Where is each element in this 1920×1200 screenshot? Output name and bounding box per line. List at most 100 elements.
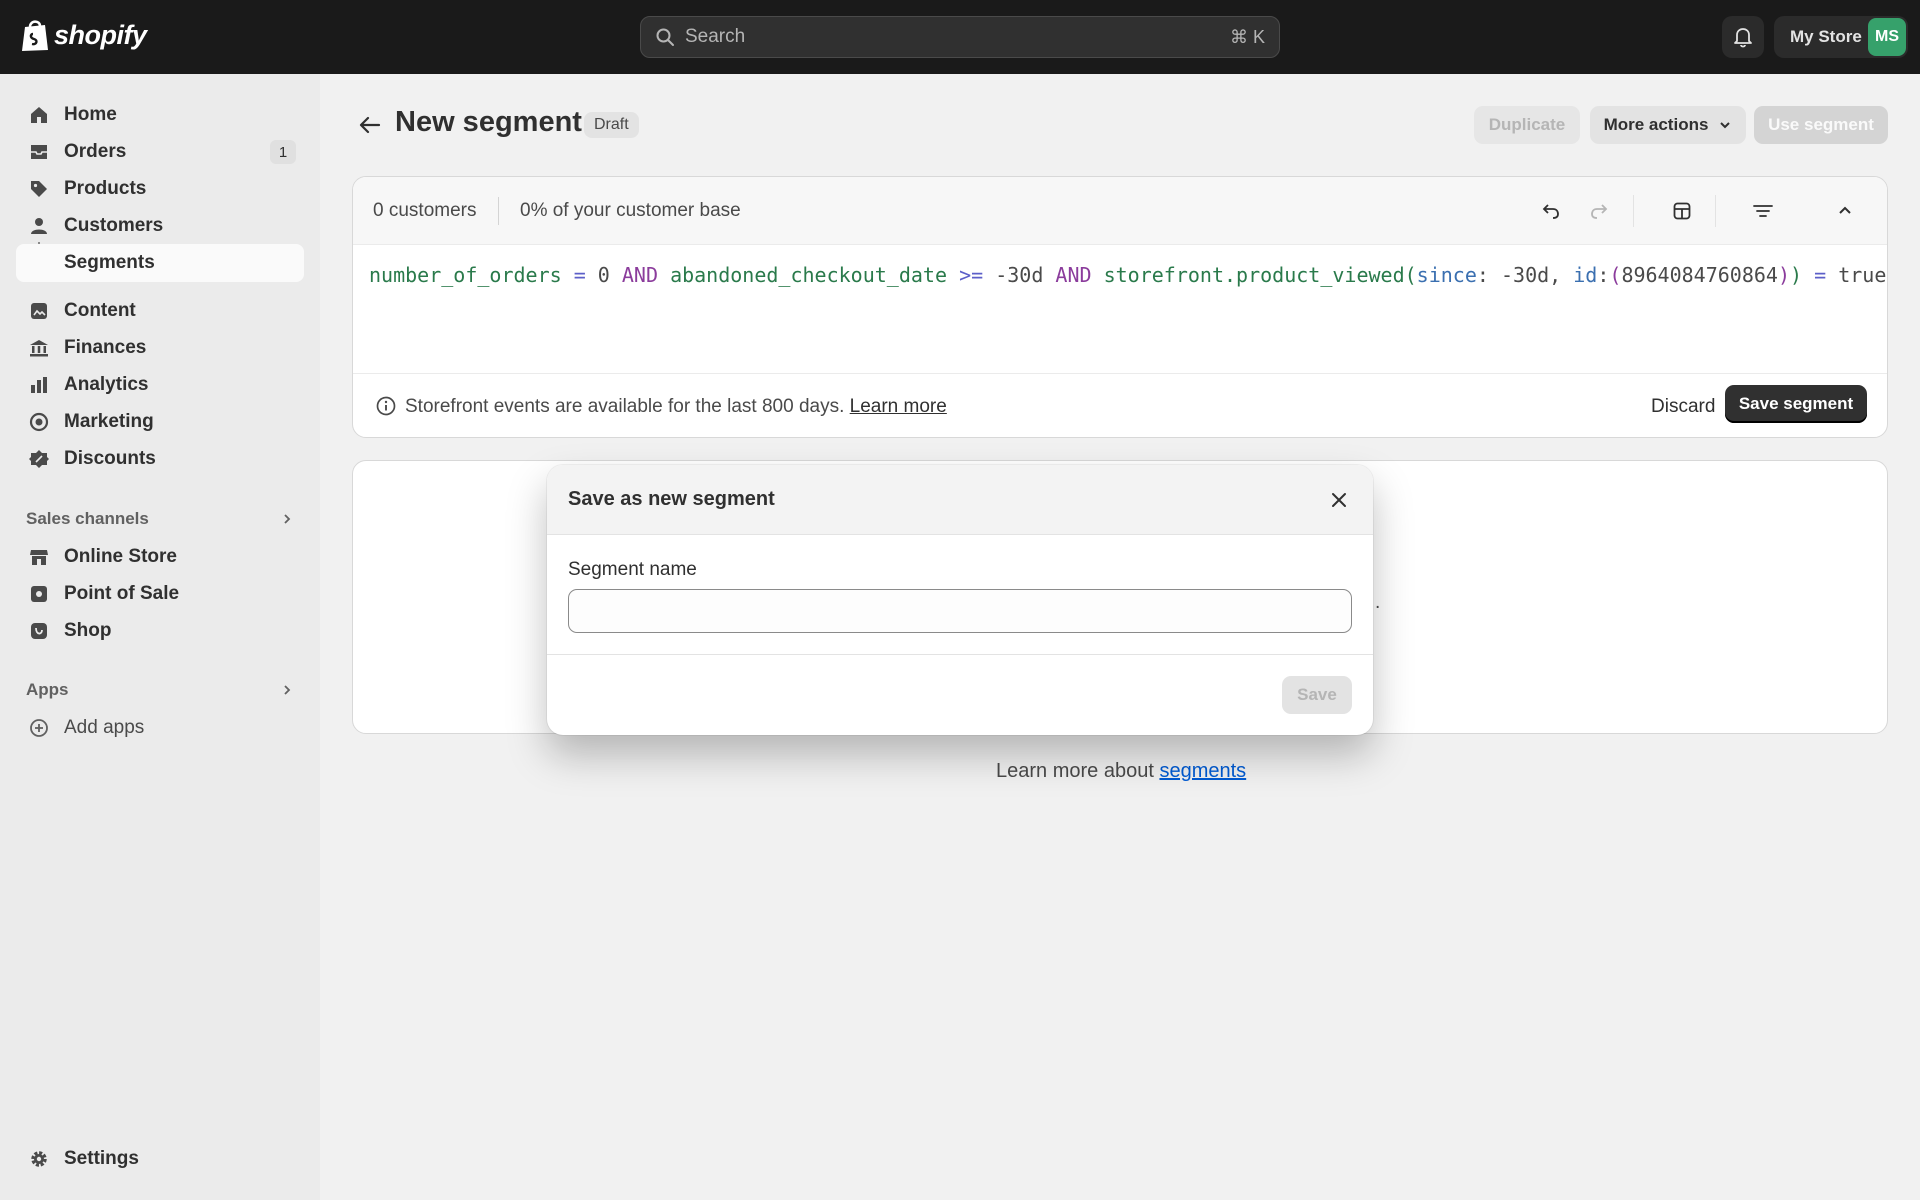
page-header: New segment Draft Duplicate More actions… — [352, 100, 1888, 150]
results-text-fragment: . — [1375, 592, 1381, 613]
add-apps-label: Add apps — [64, 717, 145, 738]
use-segment-button[interactable]: Use segment — [1754, 106, 1888, 144]
discard-button[interactable]: Discard — [1651, 396, 1715, 418]
filter-button[interactable] — [1749, 197, 1777, 225]
editor-footer: Storefront events are available for the … — [353, 373, 1887, 437]
sidebar-item-settings[interactable]: Settings — [16, 1140, 304, 1178]
sidebar-item-label: Discounts — [64, 448, 156, 469]
learn-more-link[interactable]: Learn more — [850, 396, 947, 417]
shopify-wordmark: shopify — [54, 19, 147, 50]
sidebar-item-finances[interactable]: Finances — [16, 329, 304, 367]
segments-help-link[interactable]: segments — [1159, 760, 1246, 782]
redo-button[interactable] — [1585, 197, 1613, 225]
undo-button[interactable] — [1537, 197, 1565, 225]
orders-count-badge: 1 — [270, 140, 296, 164]
more-actions-label: More actions — [1603, 115, 1709, 134]
sidebar-item-customers[interactable]: Customers — [16, 207, 304, 245]
apps-header[interactable]: Apps — [26, 675, 304, 705]
save-button[interactable]: Save — [1282, 676, 1352, 714]
search-bar[interactable]: Search ⌘ K — [640, 16, 1280, 58]
storefront-events-notice: Storefront events are available for the … — [405, 396, 947, 418]
target-icon — [29, 412, 49, 432]
save-segment-modal: Save as new segment Segment name Save — [547, 465, 1373, 735]
avatar: MS — [1868, 18, 1906, 56]
sidebar-item-marketing[interactable]: Marketing — [16, 403, 304, 441]
editor-toolbar: 0 customers 0% of your customer base — [353, 177, 1887, 245]
search-icon — [656, 28, 674, 46]
search-placeholder: Search — [685, 26, 746, 47]
sidebar-item-shop[interactable]: Shop — [16, 612, 304, 650]
sidebar-item-point-of-sale[interactable]: Point of Sale — [16, 575, 304, 613]
template-button[interactable] — [1668, 197, 1696, 225]
sidebar-item-label: Segments — [64, 252, 155, 273]
store-icon — [30, 550, 48, 565]
sidebar-item-orders[interactable]: Orders 1 — [16, 133, 304, 171]
chevron-down-icon — [1720, 122, 1731, 129]
sidebar-item-label: Customers — [64, 215, 164, 236]
query-token: >= — [959, 263, 984, 287]
chart-icon — [31, 377, 47, 393]
sidebar-item-label: Products — [64, 178, 147, 199]
add-apps-button[interactable]: Add apps — [16, 709, 304, 747]
notifications-button[interactable] — [1722, 16, 1764, 58]
sidebar-item-segments[interactable]: Segments — [16, 244, 304, 282]
sidebar-item-label: Point of Sale — [64, 583, 180, 604]
settings-label: Settings — [64, 1148, 139, 1169]
sidebar-item-products[interactable]: Products — [16, 170, 304, 208]
sidebar-item-label: Online Store — [64, 546, 177, 567]
modal-header: Save as new segment — [547, 465, 1373, 535]
query-token: ( — [1404, 263, 1417, 287]
sidebar-item-label: Finances — [64, 337, 147, 358]
sidebar-item-content[interactable]: Content — [16, 292, 304, 330]
query-token: id — [1573, 263, 1598, 287]
tag-icon — [31, 181, 47, 197]
sidebar-item-analytics[interactable]: Analytics — [16, 366, 304, 404]
more-actions-button[interactable]: More actions — [1590, 106, 1746, 144]
query-token: : — [1476, 263, 1489, 287]
customer-base-percent: 0% of your customer base — [520, 200, 741, 221]
query-token: 8964084760864 — [1621, 263, 1778, 287]
query-token: since — [1416, 263, 1477, 287]
orders-icon — [31, 145, 47, 159]
search-shortcut: ⌘ K — [1229, 26, 1265, 47]
plus-circle-icon — [30, 719, 48, 737]
query-token: ) — [1790, 263, 1803, 287]
query-token: AND — [1055, 263, 1092, 287]
save-segment-button[interactable]: Save segment — [1725, 385, 1867, 423]
duplicate-button[interactable]: Duplicate — [1474, 106, 1580, 144]
query-token: = — [573, 263, 586, 287]
sidebar-item-online-store[interactable]: Online Store — [16, 538, 304, 576]
sidebar-item-discounts[interactable]: Discounts — [16, 440, 304, 478]
sales-channels-label: Sales channels — [26, 509, 149, 528]
chevron-up-icon — [1839, 206, 1851, 214]
redo-icon — [1591, 204, 1608, 219]
shop-icon — [31, 623, 47, 639]
sales-channels-header[interactable]: Sales channels — [26, 504, 304, 534]
segment-query-editor[interactable]: number_of_orders = 0 AND abandoned_check… — [369, 263, 1886, 287]
close-button[interactable] — [1327, 488, 1351, 512]
page-title: New segment — [395, 106, 582, 138]
sidebar-item-label: Marketing — [64, 411, 154, 432]
segment-name-input[interactable] — [568, 589, 1352, 633]
query-token: abandoned_checkout_date — [670, 263, 948, 287]
filter-icon — [1753, 205, 1773, 217]
close-icon — [1332, 493, 1346, 507]
store-name: My Store — [1790, 27, 1862, 46]
back-button[interactable] — [352, 110, 388, 140]
collapse-button[interactable] — [1831, 197, 1859, 225]
query-token: ) — [1777, 263, 1791, 287]
bell-icon — [1734, 28, 1752, 48]
discount-icon — [29, 450, 49, 468]
modal-footer: Save — [547, 654, 1373, 735]
store-switcher[interactable]: My Store MS — [1774, 16, 1908, 58]
toolbar-divider — [1633, 195, 1634, 227]
query-token: -30d, — [1500, 263, 1562, 287]
shopify-logo[interactable]: shopify — [20, 18, 147, 52]
sidebar-item-home[interactable]: Home — [16, 96, 304, 134]
sidebar-item-label: Content — [64, 300, 136, 321]
chevron-right-icon — [284, 685, 291, 695]
sidebar-item-label: Orders — [64, 141, 127, 162]
sidebar: Home Orders 1 Products Customers Segment… — [0, 74, 320, 1200]
layout-icon — [1673, 202, 1691, 220]
notice-text: Storefront events are available for the … — [405, 396, 845, 417]
